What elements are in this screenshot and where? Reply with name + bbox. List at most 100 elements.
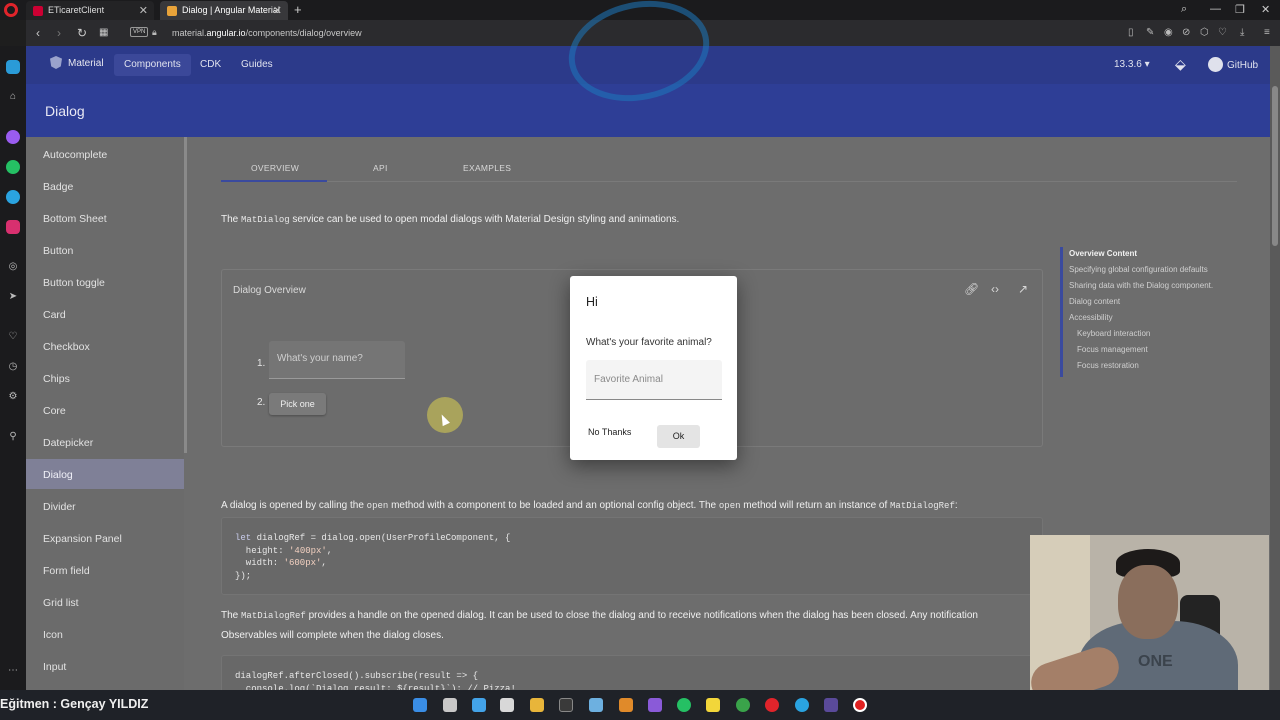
- opera-taskbar-icon[interactable]: [765, 698, 779, 712]
- reader-icon[interactable]: ▯: [1128, 27, 1134, 38]
- sidenav-item-divider[interactable]: Divider: [26, 491, 184, 521]
- widgets-icon[interactable]: [472, 698, 486, 712]
- sidenav-item-icon[interactable]: Icon: [26, 619, 184, 649]
- tab-examples[interactable]: EXAMPLES: [463, 163, 511, 173]
- menu-icon[interactable]: ≡: [1264, 27, 1270, 38]
- bookmarks-icon[interactable]: ♡: [6, 330, 20, 344]
- sidenav-item-button-toggle[interactable]: Button toggle: [26, 267, 184, 297]
- tips-icon[interactable]: ⚲: [6, 430, 20, 444]
- pick-one-button[interactable]: Pick one: [269, 393, 326, 415]
- postman-icon[interactable]: [619, 698, 633, 712]
- photos-icon[interactable]: [589, 698, 603, 712]
- record-icon[interactable]: [853, 698, 867, 712]
- url-field[interactable]: material.angular.io/components/dialog/ov…: [172, 28, 362, 38]
- snipping-icon[interactable]: [500, 698, 514, 712]
- instagram-icon[interactable]: [6, 220, 20, 234]
- sidenav-item-input[interactable]: Input: [26, 651, 184, 681]
- telegram-taskbar-icon[interactable]: [795, 698, 809, 712]
- ok-button[interactable]: Ok: [657, 425, 700, 448]
- adblock-icon[interactable]: ⊘: [1182, 27, 1190, 38]
- nav-guides[interactable]: Guides: [231, 54, 283, 76]
- material-home-link[interactable]: Material: [50, 56, 104, 69]
- opera-logo-icon[interactable]: [4, 3, 18, 17]
- close-tab-icon[interactable]: ✕: [273, 4, 282, 17]
- tabs-grid-icon[interactable]: ▦: [99, 27, 108, 38]
- settings-icon[interactable]: ⚙: [6, 390, 20, 404]
- player-icon[interactable]: ◎: [6, 260, 20, 274]
- toc-dialog-content[interactable]: Dialog content: [1069, 297, 1120, 306]
- back-icon[interactable]: ‹: [36, 26, 40, 40]
- more-icon[interactable]: ⋯: [6, 664, 20, 678]
- snapshot-icon[interactable]: ◉: [1164, 27, 1173, 38]
- sidenav-item-button[interactable]: Button: [26, 235, 184, 265]
- heart-icon[interactable]: ♡: [1218, 27, 1227, 38]
- toc-global-config[interactable]: Specifying global configuration defaults: [1069, 265, 1208, 274]
- github-link[interactable]: GitHub: [1208, 57, 1258, 72]
- name-input[interactable]: What's your name?: [269, 341, 405, 379]
- new-tab-icon[interactable]: +: [294, 2, 302, 17]
- reload-icon[interactable]: ↻: [77, 26, 87, 40]
- download-icon[interactable]: ⤓: [1240, 27, 1244, 38]
- tab-overview[interactable]: OVERVIEW: [251, 163, 299, 173]
- home-icon[interactable]: ⌂: [6, 90, 20, 104]
- whatsapp-taskbar-icon[interactable]: [677, 698, 691, 712]
- link-icon[interactable]: 🔗︎: [964, 282, 979, 296]
- sidenav-item-autocomplete[interactable]: Autocomplete: [26, 139, 184, 169]
- sidenav-item-dialog[interactable]: Dialog: [26, 459, 184, 489]
- no-thanks-button[interactable]: No Thanks: [588, 427, 631, 437]
- open-in-new-icon[interactable]: ↗: [1018, 282, 1028, 296]
- toc-sharing-data[interactable]: Sharing data with the Dialog component.: [1069, 281, 1213, 290]
- sidenav-item-card[interactable]: Card: [26, 299, 184, 329]
- toc-focus-management[interactable]: Focus management: [1077, 345, 1148, 354]
- cube-icon[interactable]: ⬡: [1200, 27, 1209, 38]
- messenger-icon[interactable]: [6, 130, 20, 144]
- telegram-icon[interactable]: [6, 190, 20, 204]
- sidenav-item-grid-list[interactable]: Grid list: [26, 587, 184, 617]
- sidenav-item-bottom-sheet[interactable]: Bottom Sheet: [26, 203, 184, 233]
- sidenav-item-checkbox[interactable]: Checkbox: [26, 331, 184, 361]
- nav-cdk[interactable]: CDK: [190, 54, 231, 76]
- page-scrollbar[interactable]: [1270, 46, 1280, 720]
- restore-icon[interactable]: ❐: [1235, 3, 1245, 16]
- file-explorer-icon[interactable]: [530, 698, 544, 712]
- visual-studio-icon[interactable]: [648, 698, 662, 712]
- edit-icon[interactable]: ✎: [1146, 27, 1154, 38]
- history-icon[interactable]: ◷: [6, 360, 20, 374]
- workspace-icon[interactable]: [6, 60, 20, 74]
- close-window-icon[interactable]: ✕: [1261, 3, 1270, 16]
- toc-overview-content[interactable]: Overview Content: [1069, 249, 1137, 258]
- sidenav-item-badge[interactable]: Badge: [26, 171, 184, 201]
- start-icon[interactable]: [413, 698, 427, 712]
- sticky-notes-icon[interactable]: [706, 698, 720, 712]
- browser-tab-eticaret[interactable]: ETicaretClient ✕: [26, 1, 154, 20]
- send-icon[interactable]: ➤: [6, 290, 20, 304]
- chrome-icon[interactable]: [736, 698, 750, 712]
- browser-tab-dialog[interactable]: Dialog | Angular Material ✕: [160, 1, 288, 20]
- close-tab-icon[interactable]: ✕: [139, 4, 148, 17]
- sidenav-item-core[interactable]: Core: [26, 395, 184, 425]
- sidenav-item-datepicker[interactable]: Datepicker: [26, 427, 184, 457]
- toc-keyboard[interactable]: Keyboard interaction: [1077, 329, 1150, 338]
- opera-sidebar: ⌂ ◎ ➤ ♡ ◷ ⚙ ⚲ ⋯: [0, 46, 26, 720]
- search-tabs-icon[interactable]: ⌕: [1181, 3, 1187, 16]
- toc-focus-restoration[interactable]: Focus restoration: [1077, 361, 1139, 370]
- sidenav-item-chips[interactable]: Chips: [26, 363, 184, 393]
- app-icon[interactable]: [824, 698, 838, 712]
- code-icon[interactable]: ‹›: [991, 282, 999, 296]
- version-picker[interactable]: 13.3.6 ▾: [1114, 59, 1150, 70]
- tab-api[interactable]: API: [373, 163, 388, 173]
- whatsapp-icon[interactable]: [6, 160, 20, 174]
- theme-picker-icon[interactable]: ⬙: [1175, 56, 1186, 73]
- nav-components[interactable]: Components: [114, 54, 191, 76]
- toc-accessibility[interactable]: Accessibility: [1069, 313, 1113, 322]
- lock-icon[interactable]: 🔒︎: [152, 27, 157, 38]
- sidenav-item-expansion-panel[interactable]: Expansion Panel: [26, 523, 184, 553]
- task-view-icon[interactable]: [443, 698, 457, 712]
- terminal-icon[interactable]: [559, 698, 573, 712]
- vpn-badge[interactable]: VPN: [130, 27, 149, 37]
- sidenav-item-form-field[interactable]: Form field: [26, 555, 184, 585]
- scrollbar-thumb[interactable]: [1272, 86, 1278, 246]
- forward-icon[interactable]: ›: [57, 26, 61, 40]
- minimize-icon[interactable]: —: [1210, 3, 1221, 15]
- favorite-animal-input[interactable]: Favorite Animal: [586, 360, 722, 400]
